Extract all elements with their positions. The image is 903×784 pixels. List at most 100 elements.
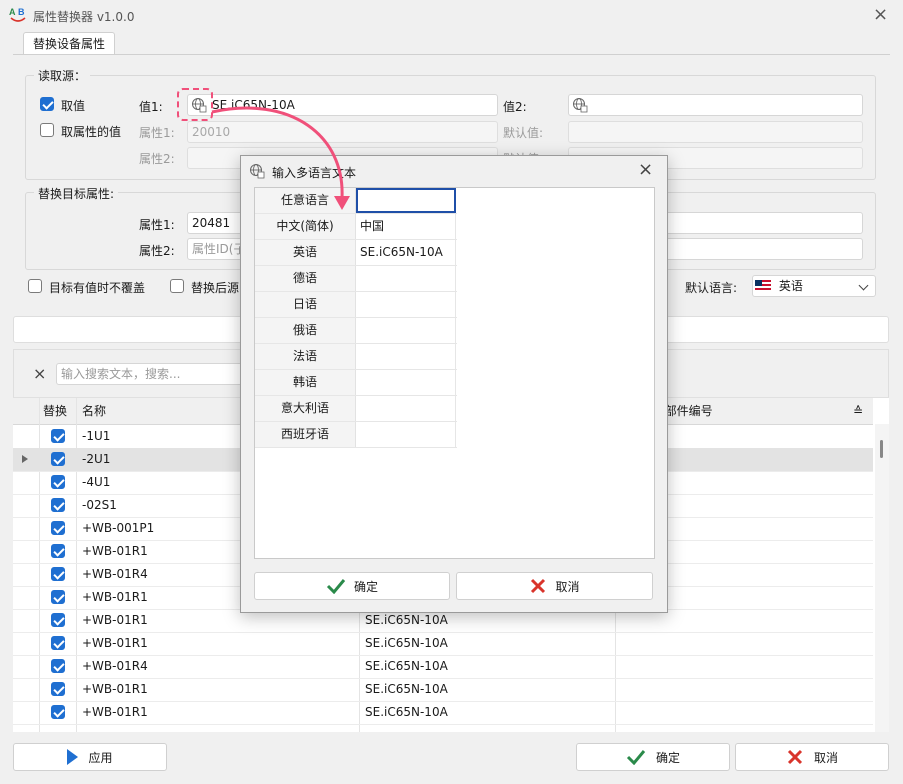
attr1-input: 20010: [187, 121, 498, 143]
row-replace-checkbox[interactable]: [51, 521, 65, 535]
row-name: +WB-01R1: [82, 682, 148, 696]
language-name: 德语: [255, 266, 356, 291]
row-replace-checkbox[interactable]: [51, 475, 65, 489]
dialog-ok-button[interactable]: 确定: [254, 572, 450, 600]
apply-button[interactable]: 应用: [13, 743, 167, 771]
language-value-input[interactable]: SE.iC65N-10A: [356, 240, 456, 265]
cancel-label: 取消: [813, 750, 838, 765]
language-value-input[interactable]: [356, 318, 456, 343]
table-row[interactable]: +WB-01R1 SE.iC65N-10A: [13, 678, 873, 702]
grid-scrollbar[interactable]: [875, 424, 889, 732]
row-replace-checkbox[interactable]: [51, 659, 65, 673]
source-legend: 读取源：: [34, 67, 91, 84]
table-row[interactable]: +WB-01R1 SE.iC65N-10A: [13, 632, 873, 656]
row-name: -1U1: [82, 429, 111, 443]
language-value-input[interactable]: [356, 292, 456, 317]
row-replace-checkbox[interactable]: [51, 544, 65, 558]
dialog-cancel-label: 取消: [555, 579, 580, 594]
play-icon: [67, 749, 79, 765]
language-value-input[interactable]: [356, 396, 456, 421]
language-row: 英语 SE.iC65N-10A: [255, 240, 457, 266]
default-language-select[interactable]: 英语: [752, 275, 876, 297]
cross-icon: [531, 578, 546, 594]
language-row: 中文(简体) 中国: [255, 214, 457, 240]
cancel-button[interactable]: 取消: [735, 743, 889, 771]
multilang-dialog: 输入多语言文本 × 任意语言 中文(简体) 中国 英语 SE.iC65N-10A 德语 日语…: [240, 155, 668, 613]
row-replace-checkbox[interactable]: [51, 498, 65, 512]
default-language-value: 英语: [778, 279, 803, 293]
language-name: 日语: [255, 292, 356, 317]
row-replace-checkbox[interactable]: [51, 682, 65, 696]
cross-icon: [787, 749, 803, 765]
window-close-button[interactable]: ×: [873, 4, 888, 25]
language-row: 韩语: [255, 370, 457, 396]
tab-replace-device-attrs[interactable]: 替换设备属性: [23, 32, 115, 55]
language-value-input[interactable]: [356, 344, 456, 369]
dialog-title: 输入多语言文本: [272, 166, 357, 180]
language-name: 意大利语: [255, 396, 356, 421]
clear-search-icon[interactable]: ×: [33, 364, 46, 383]
row-replace-checkbox[interactable]: [51, 429, 65, 443]
row-name: +WB-001P1: [82, 521, 155, 535]
tab-label: 替换设备属性: [32, 37, 105, 51]
language-value-input[interactable]: [356, 370, 456, 395]
row-replace-checkbox[interactable]: [51, 636, 65, 650]
language-value-input[interactable]: [356, 266, 456, 291]
language-name: 俄语: [255, 318, 356, 343]
chevron-down-icon: [858, 280, 869, 291]
search-input[interactable]: 输入搜索文本，搜索...: [56, 363, 246, 385]
value2-input[interactable]: [568, 94, 863, 116]
ok-button[interactable]: 确定: [576, 743, 730, 771]
row-replace-checkbox[interactable]: [51, 590, 65, 604]
language-row: 意大利语: [255, 396, 457, 422]
header-name[interactable]: 名称: [82, 400, 106, 423]
dialog-close-button[interactable]: ×: [638, 159, 653, 180]
language-name: 英语: [255, 240, 356, 265]
language-value-input[interactable]: [356, 422, 456, 447]
language-name: 西班牙语: [255, 422, 356, 447]
row-name: +WB-01R4: [82, 567, 148, 581]
language-value-input[interactable]: 中国: [356, 214, 456, 239]
take-value-checkbox[interactable]: [40, 97, 54, 111]
svg-text:B: B: [18, 7, 25, 17]
row-name: +WB-01R1: [82, 590, 148, 604]
table-row[interactable]: +WB-01R1 SE.iC65N-10A: [13, 701, 873, 725]
dialog-ok-label: 确定: [353, 579, 378, 594]
scrollbar-thumb[interactable]: [880, 440, 883, 458]
dialog-cancel-button[interactable]: 取消: [456, 572, 653, 600]
apply-label: 应用: [88, 750, 113, 765]
row-replace-checkbox[interactable]: [51, 452, 65, 466]
row-name: +WB-01R1: [82, 636, 148, 650]
header-replace[interactable]: 替换: [43, 400, 67, 423]
take-attr-value-label: 取属性的值: [61, 125, 122, 139]
row-replace-checkbox[interactable]: [51, 705, 65, 719]
check-icon: [626, 750, 646, 765]
value1-text: SE.iC65N-10A: [212, 98, 295, 112]
default-language-label: 默认语言:: [685, 281, 738, 295]
target-legend: 替换目标属性:: [34, 185, 119, 202]
row-replace-checkbox[interactable]: [51, 613, 65, 627]
take-attr-value-checkbox[interactable]: [40, 123, 54, 137]
row-name: -02S1: [82, 498, 117, 512]
value1-input[interactable]: SE.iC65N-10A: [187, 94, 498, 116]
target-attr2-placeholder: 属性ID(子: [192, 242, 246, 256]
language-table: 任意语言 中文(简体) 中国 英语 SE.iC65N-10A 德语 日语 俄语 法语 韩语 意大利语…: [254, 187, 655, 559]
search-placeholder: 输入搜索文本，搜索...: [61, 367, 181, 381]
row-replace-checkbox[interactable]: [51, 567, 65, 581]
language-row: 德语: [255, 266, 457, 292]
value2-label: 值2:: [503, 100, 527, 114]
row-name: +WB-01R1: [82, 544, 148, 558]
language-row: 俄语: [255, 318, 457, 344]
after-replace-checkbox[interactable]: [170, 279, 184, 293]
no-overwrite-checkbox[interactable]: [28, 279, 42, 293]
value2-globe-icon[interactable]: [572, 97, 588, 113]
language-row: 西班牙语: [255, 422, 457, 448]
language-value-input[interactable]: [356, 188, 456, 213]
row-name: +WB-01R4: [82, 659, 148, 673]
table-row[interactable]: +WB-01R4 SE.iC65N-10A: [13, 655, 873, 679]
tab-panel: [13, 54, 890, 55]
row-name: +WB-01R1: [82, 613, 148, 627]
sort-icon[interactable]: ≙: [853, 400, 863, 423]
row-part-number: SE.iC65N-10A: [365, 705, 448, 719]
annotation-highlight-box: [177, 88, 213, 121]
